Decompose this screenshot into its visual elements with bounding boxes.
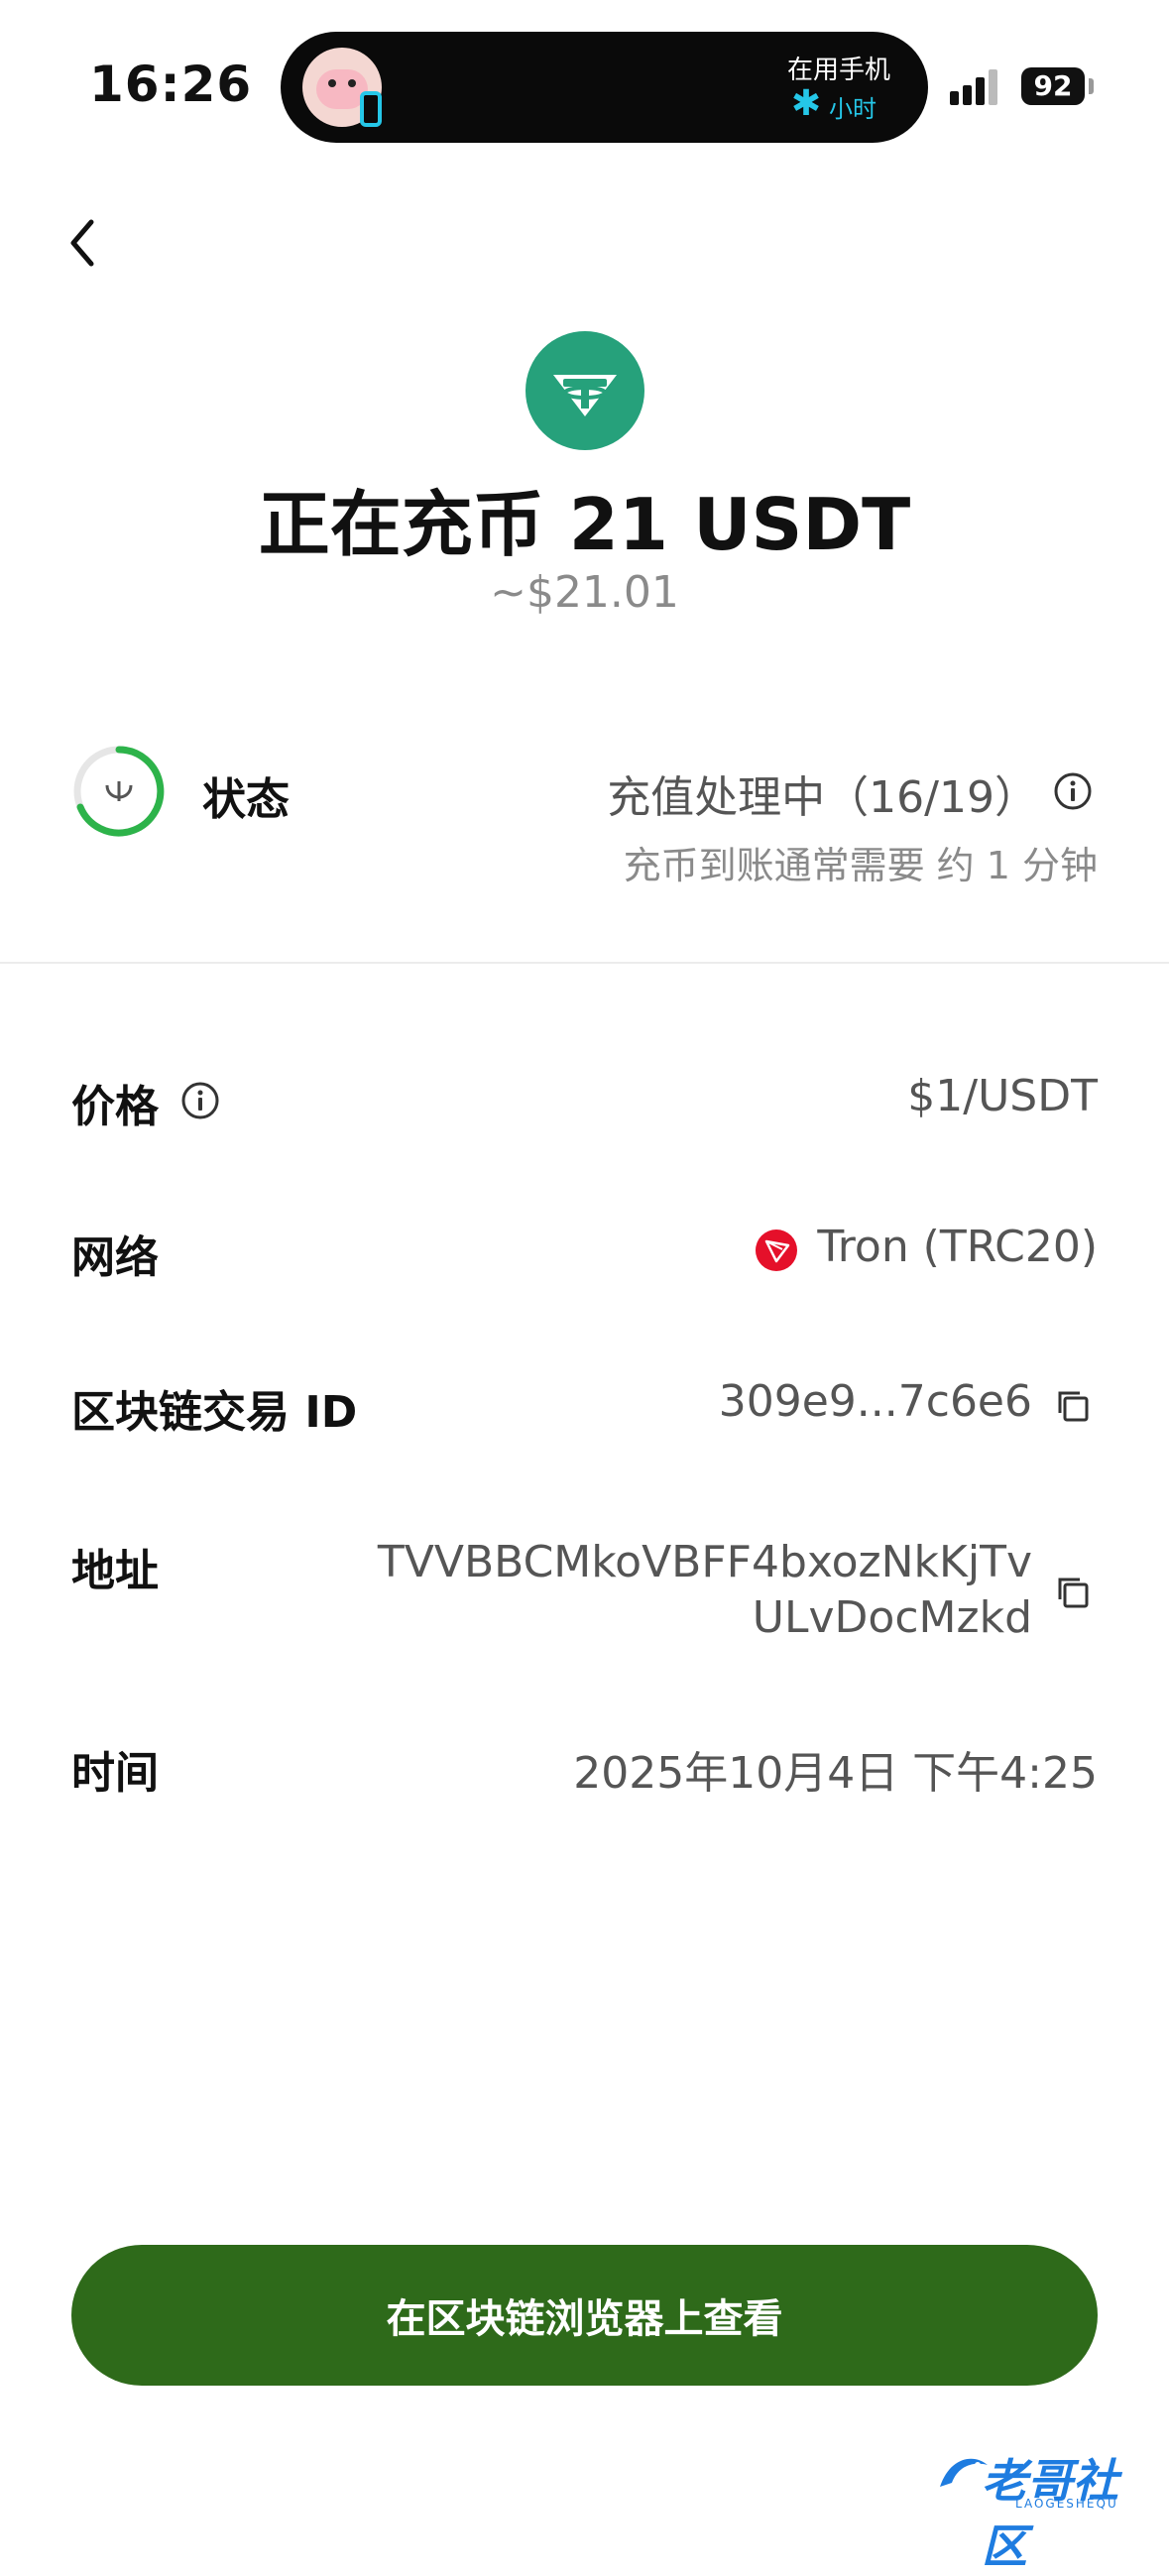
screen-time-label: 在用手机 [786,56,890,85]
status-note: 充币到账通常需要 约 1 分钟 [623,844,1098,887]
address-label: 地址 [71,1546,159,1596]
txid-label: 区块链交易 ID [71,1387,358,1438]
usdt-icon [526,331,644,450]
screen-time-unit: 小时 [829,95,877,123]
tron-icon [756,1229,797,1271]
address-line-2: ULvDocMzkd [752,1592,1032,1643]
address-value: TVVBBCMkoVBFF4bxozNkKjTv ULvDocMzkd [318,1535,1032,1646]
page-title: 正在充币 21 USDT [258,483,911,566]
signal-icon [950,69,999,105]
watermark-text: 老哥社区 [982,2454,1118,2573]
price-value: $1/USDT [907,1071,1098,1121]
network-label: 网络 [71,1232,159,1283]
battery-tip [1089,78,1094,94]
view-on-explorer-button[interactable]: 在区块链浏览器上查看 [71,2245,1098,2386]
back-button[interactable] [61,208,121,278]
network-value: Tron (TRC20) [817,1222,1098,1272]
phone-icon [360,91,382,127]
time-label: 时间 [71,1748,159,1799]
info-icon[interactable] [180,1081,220,1120]
status-time: 16:26 [89,56,253,113]
divider [0,962,1169,964]
watermark-logo: 老哥社区 LAOGESHEQU [932,2439,1160,2573]
progress-ring-icon [69,742,169,841]
asterisk-icon: ✱ [790,83,821,124]
price-label: 价格 [71,1082,159,1132]
time-value: 2025年10月4日 下午4:25 [573,1748,1098,1799]
info-icon[interactable] [1053,771,1093,811]
status-label: 状态 [202,774,290,825]
address-line-1: TVVBBCMkoVBFF4bxozNkKjTv [377,1537,1032,1587]
copy-icon[interactable] [1053,1573,1093,1612]
txid-value: 309e9...7c6e6 [718,1376,1032,1427]
chevron-left-icon [70,219,94,267]
status-text: 充值处理中（16/19） [607,772,1038,823]
watermark-subtext: LAOGESHEQU [1015,2497,1118,2511]
battery-icon: 92 [1021,67,1085,105]
copy-icon[interactable] [1053,1386,1093,1426]
fiat-amount: ~$21.01 [490,567,679,618]
dynamic-island[interactable]: 在用手机 ✱ 小时 [281,32,928,143]
